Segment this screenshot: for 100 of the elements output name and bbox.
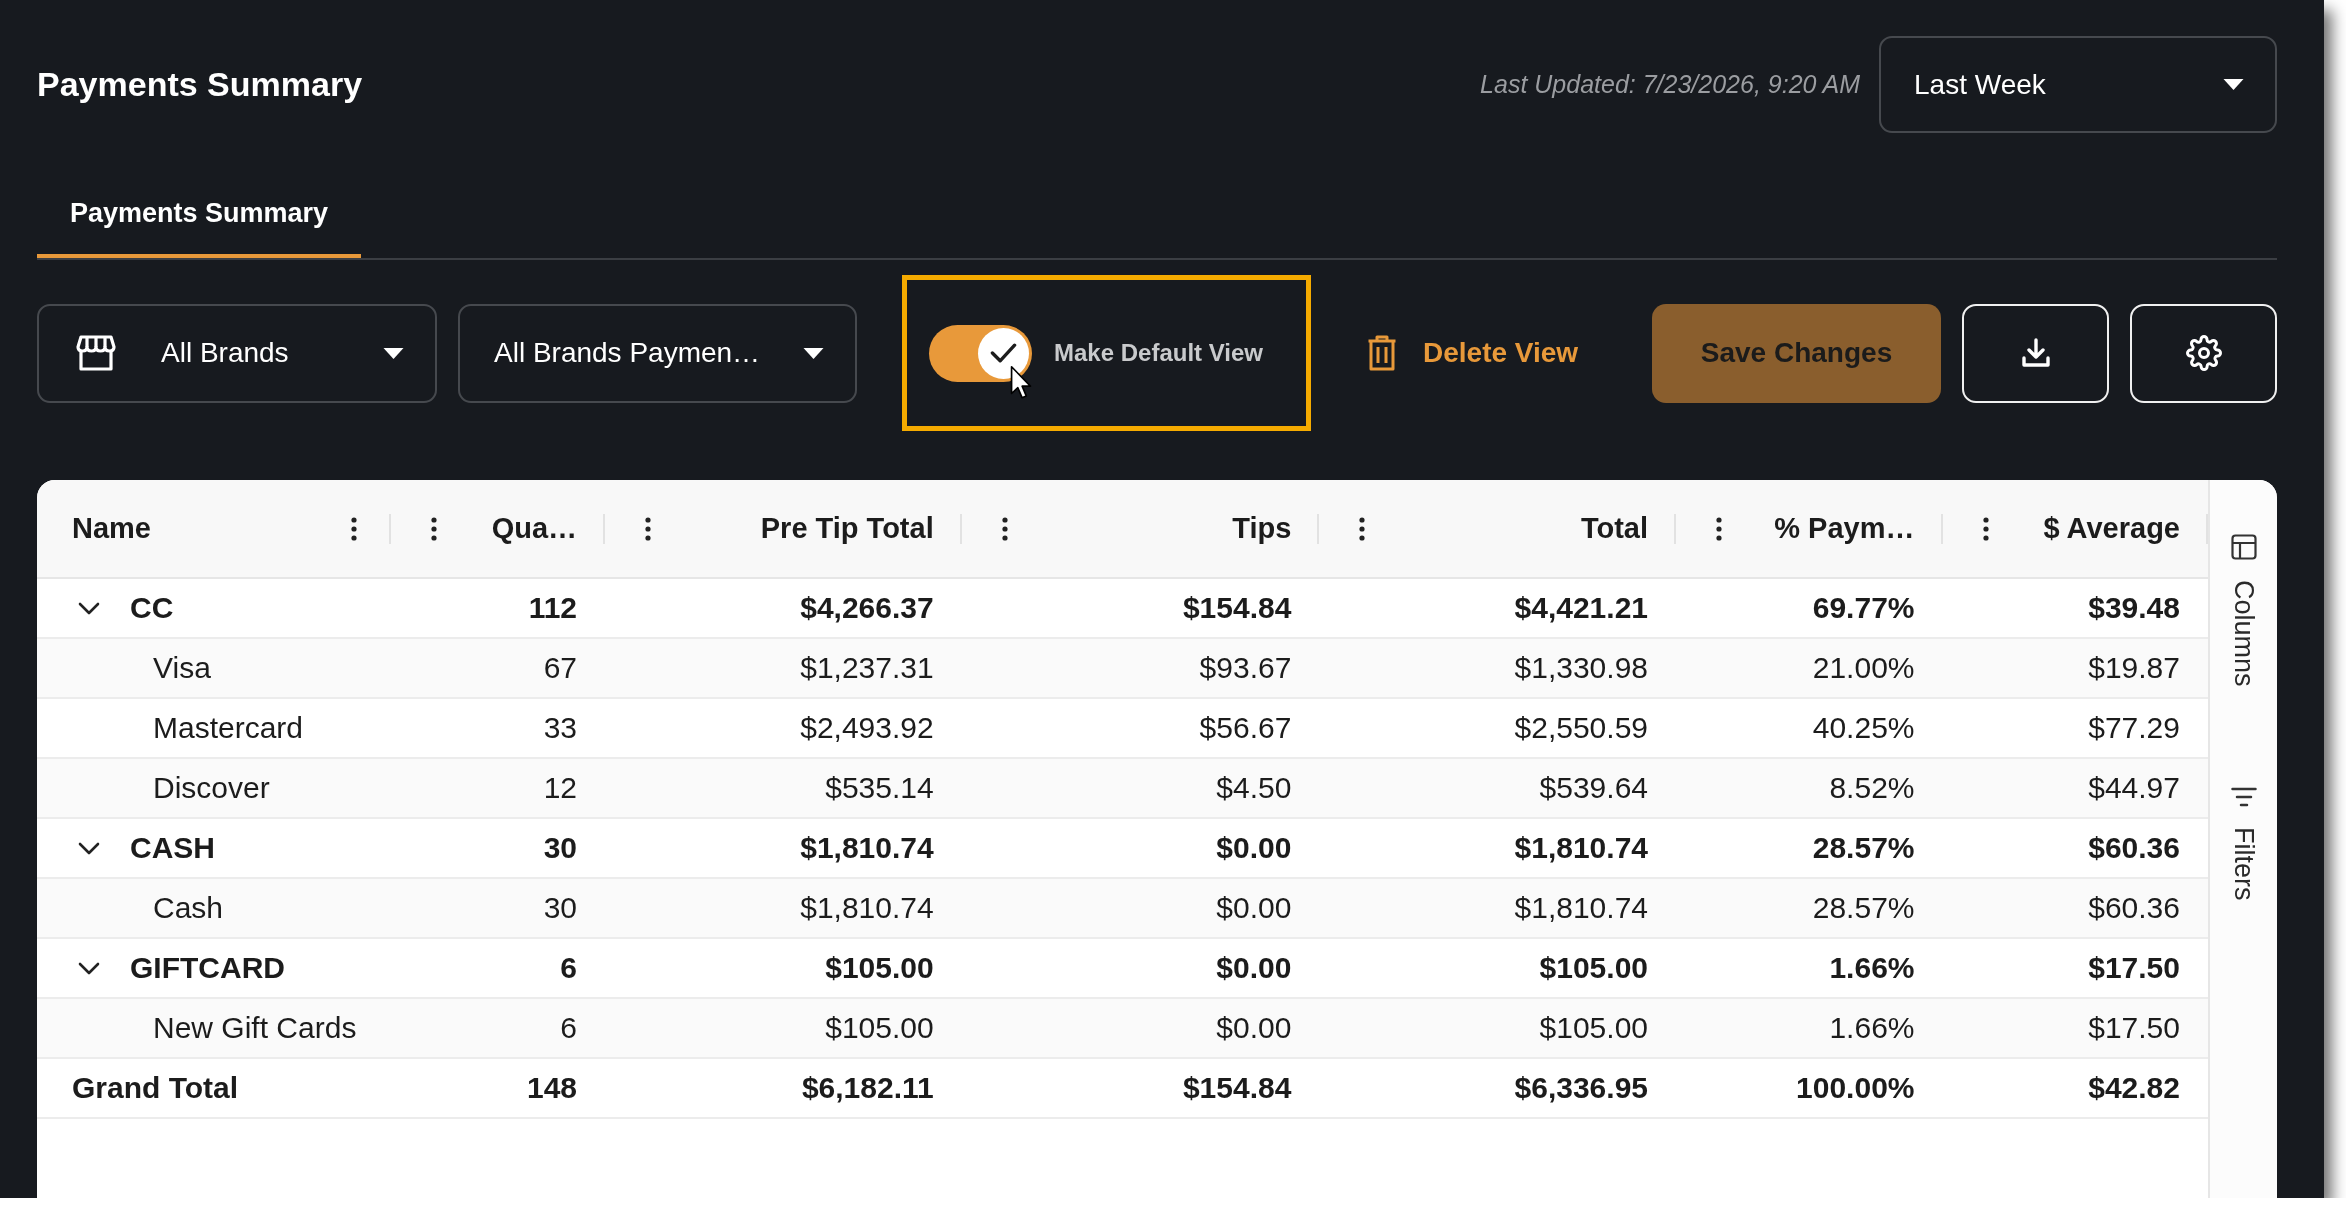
row-name: Discover — [153, 771, 270, 805]
table-cell-text: 1.66% — [1828, 1010, 1916, 1046]
table-cell-text: $0.00 — [1215, 890, 1293, 926]
table-cell-text: 6 — [559, 1010, 579, 1046]
caret-icon — [383, 347, 404, 359]
table-cell-text: $17.50 — [2087, 1010, 2181, 1046]
toggle-label: Make Default View — [1054, 339, 1263, 367]
table-cell-text: $39.48 — [2087, 590, 2181, 626]
table-cell-text: 6 — [559, 950, 579, 986]
filter-icon — [2230, 786, 2257, 807]
table-cell-text: 40.25% — [1811, 710, 1916, 746]
table-cell-text: $105.00 — [824, 950, 935, 986]
chevron-down-icon[interactable] — [78, 961, 100, 975]
table-cell-text: $60.36 — [2087, 830, 2181, 866]
table-cell-text: $0.00 — [1215, 950, 1293, 986]
table-cell-text: $1,810.74 — [799, 830, 935, 866]
table-cell-text: $105.00 — [824, 1010, 935, 1046]
columns-tab[interactable]: Columns — [2224, 532, 2263, 689]
table-cell-text: $1,810.74 — [1513, 830, 1649, 866]
table-cell-text: 30 — [542, 830, 579, 866]
table-cell-text: 28.57% — [1811, 890, 1916, 926]
view-dropdown[interactable]: All Brands Paymen… — [458, 303, 857, 403]
table-cell-text: 1.66% — [1828, 950, 1916, 986]
table-cell-text: $1,810.74 — [1513, 890, 1649, 926]
column-header[interactable]: Name — [72, 512, 151, 545]
table-cell-text: 67 — [542, 650, 579, 686]
store-icon — [76, 335, 116, 371]
table-cell-text: 28.57% — [1811, 830, 1916, 866]
column-header[interactable]: Pre Tip Total — [760, 512, 934, 545]
table-cell-text: $1,810.74 — [799, 890, 935, 926]
table-cell-text: $1,237.31 — [799, 650, 935, 686]
kebab-menu-icon[interactable] — [645, 516, 652, 541]
delete-view-button[interactable]: Delete View — [1367, 335, 1579, 371]
group-name: GIFTCARD — [130, 951, 285, 985]
kebab-menu-icon[interactable] — [1001, 516, 1008, 541]
settings-icon — [2185, 335, 2222, 371]
row-name: Mastercard — [153, 711, 304, 745]
table-cell-text: $4,421.21 — [1513, 590, 1649, 626]
table-cell-text: $56.67 — [1198, 710, 1293, 746]
table-cell-text: 69.77% — [1811, 590, 1916, 626]
table-cell-text: 33 — [542, 710, 579, 746]
row-name: Cash — [153, 891, 224, 925]
table-cell-text: $93.67 — [1198, 650, 1293, 686]
table-cell-text: $0.00 — [1215, 1010, 1293, 1046]
table-cell-text: 30 — [542, 890, 579, 926]
caret-icon — [803, 347, 824, 359]
table-cell-text: $105.00 — [1538, 950, 1649, 986]
cursor-icon — [1010, 365, 1032, 400]
kebab-menu-icon[interactable] — [430, 516, 437, 541]
page-title: Payments Summary — [37, 65, 363, 104]
brand-dropdown[interactable]: All Brands — [37, 303, 437, 403]
table-cell-text: $77.29 — [2087, 710, 2181, 746]
kebab-menu-icon[interactable] — [1982, 516, 1989, 541]
table-cell-text: $6,182.11 — [800, 1070, 935, 1106]
table-cell-text: $105.00 — [1538, 1010, 1649, 1046]
toggle-switch[interactable] — [929, 324, 1032, 382]
chevron-down-icon[interactable] — [78, 601, 100, 615]
table-cell-text: $2,550.59 — [1513, 710, 1649, 746]
table-cell-text: 112 — [527, 590, 579, 626]
table-cell-text: 12 — [542, 770, 579, 806]
trash-icon — [1367, 335, 1397, 371]
table-cell-text: 100.00% — [1795, 1070, 1916, 1106]
caret-icon — [2223, 79, 2244, 90]
table-cell-text: $154.84 — [1181, 590, 1293, 626]
table-cell-text: $19.87 — [2087, 650, 2181, 686]
row-name: New Gift Cards — [153, 1011, 357, 1045]
row-name: Visa — [153, 651, 211, 685]
check-icon — [990, 343, 1017, 363]
table-cell-text: 148 — [525, 1070, 579, 1106]
total-label: Grand Total — [72, 1071, 239, 1105]
table-cell-text: 8.52% — [1828, 770, 1916, 806]
group-name: CC — [130, 591, 174, 625]
table-cell-text: $535.14 — [824, 770, 935, 806]
table-cell-text: $154.84 — [1181, 1070, 1293, 1106]
table-cell-text: $42.82 — [2087, 1070, 2181, 1106]
settings-button[interactable] — [2130, 303, 2277, 403]
kebab-menu-icon[interactable] — [1716, 516, 1722, 541]
column-header[interactable]: Tips — [1232, 512, 1292, 545]
table-cell-text: 21.00% — [1811, 650, 1916, 686]
table-cell-text: $44.97 — [2087, 770, 2181, 806]
column-header[interactable]: % Paym… — [1774, 512, 1915, 545]
kebab-menu-icon[interactable] — [1359, 516, 1366, 541]
table-cell-text: $4.50 — [1215, 770, 1293, 806]
table-cell-text: $1,330.98 — [1513, 650, 1649, 686]
column-header[interactable]: $ Average — [2043, 512, 2180, 545]
download-button[interactable] — [1962, 303, 2109, 403]
chevron-down-icon[interactable] — [78, 841, 100, 855]
kebab-menu-icon[interactable] — [350, 516, 357, 541]
tab[interactable]: Payments Summary — [37, 172, 362, 258]
date-range-dropdown[interactable]: Last Week — [1879, 36, 2277, 133]
group-name: CASH — [130, 831, 215, 865]
table-icon — [2230, 534, 2257, 560]
filters-tab[interactable]: Filters — [2224, 784, 2263, 903]
table-cell-text: $17.50 — [2087, 950, 2181, 986]
column-header[interactable]: Total — [1580, 512, 1648, 545]
table-cell-text: $6,336.95 — [1513, 1070, 1649, 1106]
table-cell-text: $60.36 — [2087, 890, 2181, 926]
last-updated-text: Last Updated: 7/23/2026, 9:20 AM — [1480, 70, 1860, 99]
column-header[interactable]: Qua… — [491, 512, 578, 545]
table-cell-text: $0.00 — [1215, 830, 1293, 866]
